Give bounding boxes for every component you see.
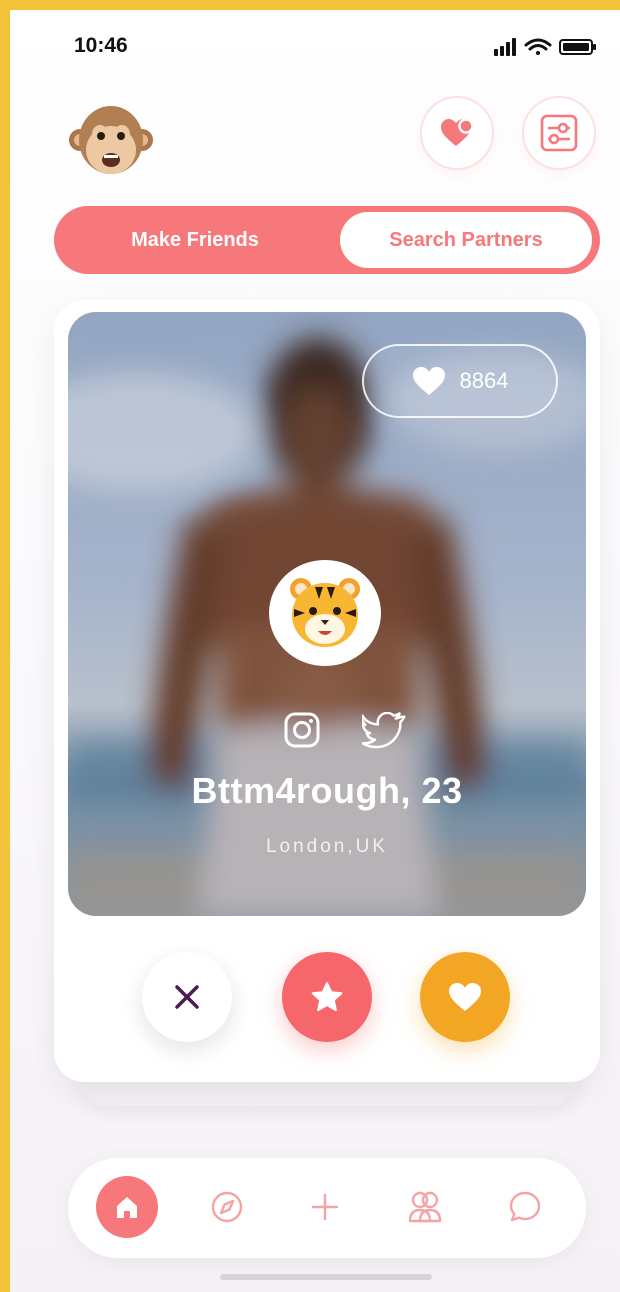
plus-icon [311,1193,339,1221]
twitter-icon[interactable] [362,712,406,750]
super-like-button[interactable] [282,952,372,1042]
nav-discover[interactable] [196,1176,258,1238]
heart-icon [412,367,445,395]
nav-home[interactable] [96,1176,158,1238]
status-icons [494,38,596,56]
signal-icon [494,38,516,56]
profile-location: London,UK [265,836,389,857]
likes-button[interactable] [420,96,494,170]
user-avatar[interactable] [68,98,154,184]
filter-button[interactable] [522,96,596,170]
status-time: 10:46 [74,34,128,57]
sliders-icon [540,114,578,152]
monkey-avatar-icon [69,106,153,174]
people-icon [408,1191,442,1223]
likes-count: 8864 [459,368,509,393]
home-icon [117,1197,137,1218]
star-icon [311,982,343,1012]
close-icon [175,985,199,1009]
nav-chat[interactable] [494,1176,556,1238]
pass-button[interactable] [142,952,232,1042]
home-indicator [220,1274,432,1280]
compass-icon [211,1191,243,1223]
heart-badge-icon [441,118,474,146]
nav-add[interactable] [294,1176,356,1238]
chat-icon [509,1191,541,1222]
nav-friends[interactable] [394,1176,456,1238]
app-screen: 10:46 Make Friends Search Partners 8864 … [10,10,620,1292]
mode-segment: Make Friends Search Partners [54,206,600,274]
heart-icon [449,983,481,1011]
profile-name: Bttm4rough, 23 [191,770,463,811]
tab-make-friends[interactable]: Make Friends [54,206,336,274]
likes-count-badge: 8864 [362,344,558,418]
instagram-icon[interactable] [283,711,321,749]
profile-emoji [269,560,381,666]
wifi-icon [524,38,552,55]
tab-search-partners[interactable]: Search Partners [340,212,592,268]
tiger-face-icon [290,578,360,647]
like-button[interactable] [420,952,510,1042]
battery-icon [559,39,596,55]
